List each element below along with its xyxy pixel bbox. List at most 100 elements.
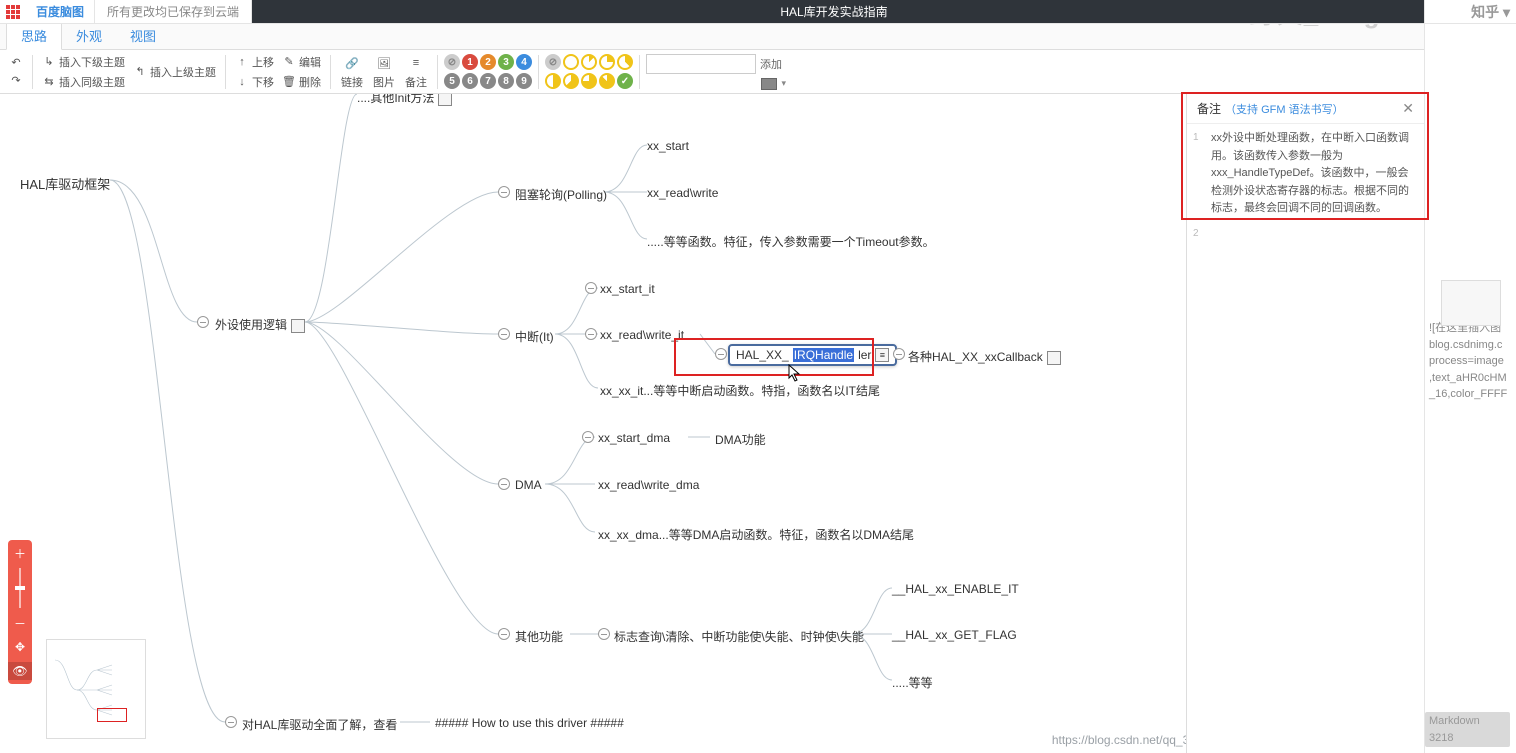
note-indicator-icon[interactable] (438, 94, 452, 106)
node-callback-label: 各种HAL_XX_xxCallback (908, 350, 1043, 364)
priority-5[interactable]: 5 (444, 73, 460, 89)
mindmap-canvas[interactable]: HAL库驱动框架 外设使用逻辑 ....其他Init方法 阻塞轮询(Pollin… (0, 94, 1186, 753)
up-button[interactable]: ↑上移 (232, 53, 277, 71)
priority-3[interactable]: 3 (498, 54, 514, 70)
toggle-icon[interactable] (197, 316, 209, 328)
image-button[interactable]: 🖼图片 (369, 53, 399, 90)
toggle-icon[interactable] (582, 431, 594, 443)
node-flag-2[interactable]: __HAL_xx_GET_FLAG (892, 628, 1017, 642)
redo-button[interactable]: ↷ (6, 73, 26, 89)
link-label: 链接 (341, 74, 363, 90)
notes-editor[interactable]: 1 xx外设中断处理函数，在中断入口函数调用。该函数传入参数一般为 xxx_Ha… (1187, 124, 1424, 224)
node-flag[interactable]: 标志查询\清除、中断功能使\失能、时钟使\失能 (614, 628, 864, 645)
node-poll-rw[interactable]: xx_read\write (647, 186, 718, 200)
toggle-icon[interactable] (585, 328, 597, 340)
toggle-icon[interactable] (585, 282, 597, 294)
node-root[interactable]: HAL库驱动框架 (20, 174, 110, 193)
node-callback[interactable]: 各种HAL_XX_xxCallback (908, 348, 1061, 365)
add-tag-button[interactable]: 添加 (760, 56, 786, 72)
arrow-down-icon: ↓ (235, 75, 249, 89)
insert-child-button[interactable]: ↳插入下级主题 (39, 53, 128, 71)
thumbnail[interactable] (1441, 280, 1501, 326)
node-dma-start[interactable]: xx_start_dma (598, 431, 670, 445)
node-it-rw[interactable]: xx_read\write_it (600, 328, 684, 342)
node-it-note[interactable]: xx_xx_it...等等中断启动函数。特指，函数名以IT结尾 (600, 382, 880, 399)
priority-1[interactable]: 1 (462, 54, 478, 70)
node-howto[interactable]: 对HAL库驱动全面了解，查看 (242, 716, 397, 733)
progress-6-icon[interactable] (581, 73, 597, 89)
down-button[interactable]: ↓下移 (232, 73, 277, 91)
minimap-viewport[interactable] (97, 708, 127, 722)
strip-l5: _16,color_FFFF (1429, 386, 1512, 403)
node-otherfn[interactable]: 其他功能 (515, 628, 563, 645)
progress-5-icon[interactable] (563, 73, 579, 89)
priority-8[interactable]: 8 (498, 73, 514, 89)
priority-none-icon[interactable]: ⊘ (444, 54, 460, 70)
priority-6[interactable]: 6 (462, 73, 478, 89)
zoom-in-button[interactable]: ＋ (11, 544, 29, 562)
line-number: 2 (1193, 226, 1199, 242)
progress-0-icon[interactable] (563, 54, 579, 70)
tag-input[interactable] (646, 54, 756, 74)
node-poll-start[interactable]: xx_start (647, 139, 689, 153)
priority-row-2: 5 6 7 8 9 (444, 73, 532, 89)
progress-7-icon[interactable] (599, 73, 615, 89)
toggle-icon[interactable] (498, 478, 510, 490)
progress-row-1: ⊘ (545, 54, 633, 70)
priority-4[interactable]: 4 (516, 54, 532, 70)
zoom-out-button[interactable]: － (11, 614, 29, 632)
locate-button[interactable]: ✥ (11, 638, 29, 656)
node-other-init[interactable]: ....其他Init方法 (357, 94, 452, 106)
progress-2-icon[interactable] (599, 54, 615, 70)
node-flag-3[interactable]: .....等等 (892, 674, 933, 691)
progress-1-icon[interactable] (581, 54, 597, 70)
close-icon[interactable]: ✕ (1402, 100, 1414, 117)
node-it-start[interactable]: xx_start_it (600, 282, 655, 296)
node-dma-rw[interactable]: xx_read\write_dma (598, 478, 699, 492)
preview-toggle-button[interactable]: 👁 (8, 662, 32, 680)
node-dma-note[interactable]: xx_xx_dma...等等DMA启动函数。特征，函数名以DMA结尾 (598, 526, 914, 543)
minimap[interactable] (46, 639, 146, 739)
tab-view[interactable]: 视图 (116, 21, 170, 49)
note-indicator-icon[interactable] (1047, 351, 1061, 365)
node-dma-start-r[interactable]: DMA功能 (715, 431, 766, 448)
progress-none-icon[interactable]: ⊘ (545, 54, 561, 70)
note-indicator-icon[interactable]: ≡ (875, 348, 889, 362)
delete-button[interactable]: 🗑删除 (279, 73, 324, 91)
toggle-icon[interactable] (498, 186, 510, 198)
toggle-icon[interactable] (498, 328, 510, 340)
insert-sibling-icon: ⇆ (42, 75, 56, 89)
toggle-icon[interactable] (225, 716, 237, 728)
node-flag-1[interactable]: __HAL_xx_ENABLE_IT (892, 582, 1019, 596)
progress-3-icon[interactable] (617, 54, 633, 70)
link-button[interactable]: 🔗链接 (337, 53, 367, 90)
node-polling[interactable]: 阻塞轮询(Polling) (515, 186, 607, 203)
priority-9[interactable]: 9 (516, 73, 532, 89)
undo-button[interactable]: ↶ (6, 55, 26, 71)
toggle-icon[interactable] (893, 348, 905, 360)
note-indicator-icon[interactable] (291, 319, 305, 333)
toggle-icon[interactable] (498, 628, 510, 640)
toggle-icon[interactable] (598, 628, 610, 640)
chevron-down-icon[interactable]: ▾ (781, 78, 786, 89)
progress-done-icon[interactable]: ✓ (617, 73, 633, 89)
zoom-slider[interactable] (19, 568, 21, 608)
edit-button[interactable]: ✎编辑 (279, 53, 324, 71)
insert-parent-button[interactable]: ↰插入上级主题 (130, 63, 219, 81)
tab-think[interactable]: 思路 (6, 20, 62, 50)
priority-7[interactable]: 7 (480, 73, 496, 89)
priority-2[interactable]: 2 (480, 54, 496, 70)
apps-icon[interactable] (0, 0, 26, 24)
note-button[interactable]: ≡备注 (401, 53, 431, 90)
node-it[interactable]: 中断(It) (515, 328, 554, 345)
insert-child-label: 插入下级主题 (59, 54, 125, 70)
insert-sibling-button[interactable]: ⇆插入同级主题 (39, 73, 128, 91)
strip-l3: process=image (1429, 353, 1512, 370)
node-dma[interactable]: DMA (515, 478, 542, 492)
node-howto-r[interactable]: ##### How to use this driver ##### (435, 716, 624, 730)
node-poll-note[interactable]: .....等等函数。特征，传入参数需要一个Timeout参数。 (647, 233, 935, 250)
color-swatch[interactable] (761, 78, 777, 90)
progress-4-icon[interactable] (545, 73, 561, 89)
node-logic[interactable]: 外设使用逻辑 (215, 316, 305, 333)
tab-look[interactable]: 外观 (62, 21, 116, 49)
